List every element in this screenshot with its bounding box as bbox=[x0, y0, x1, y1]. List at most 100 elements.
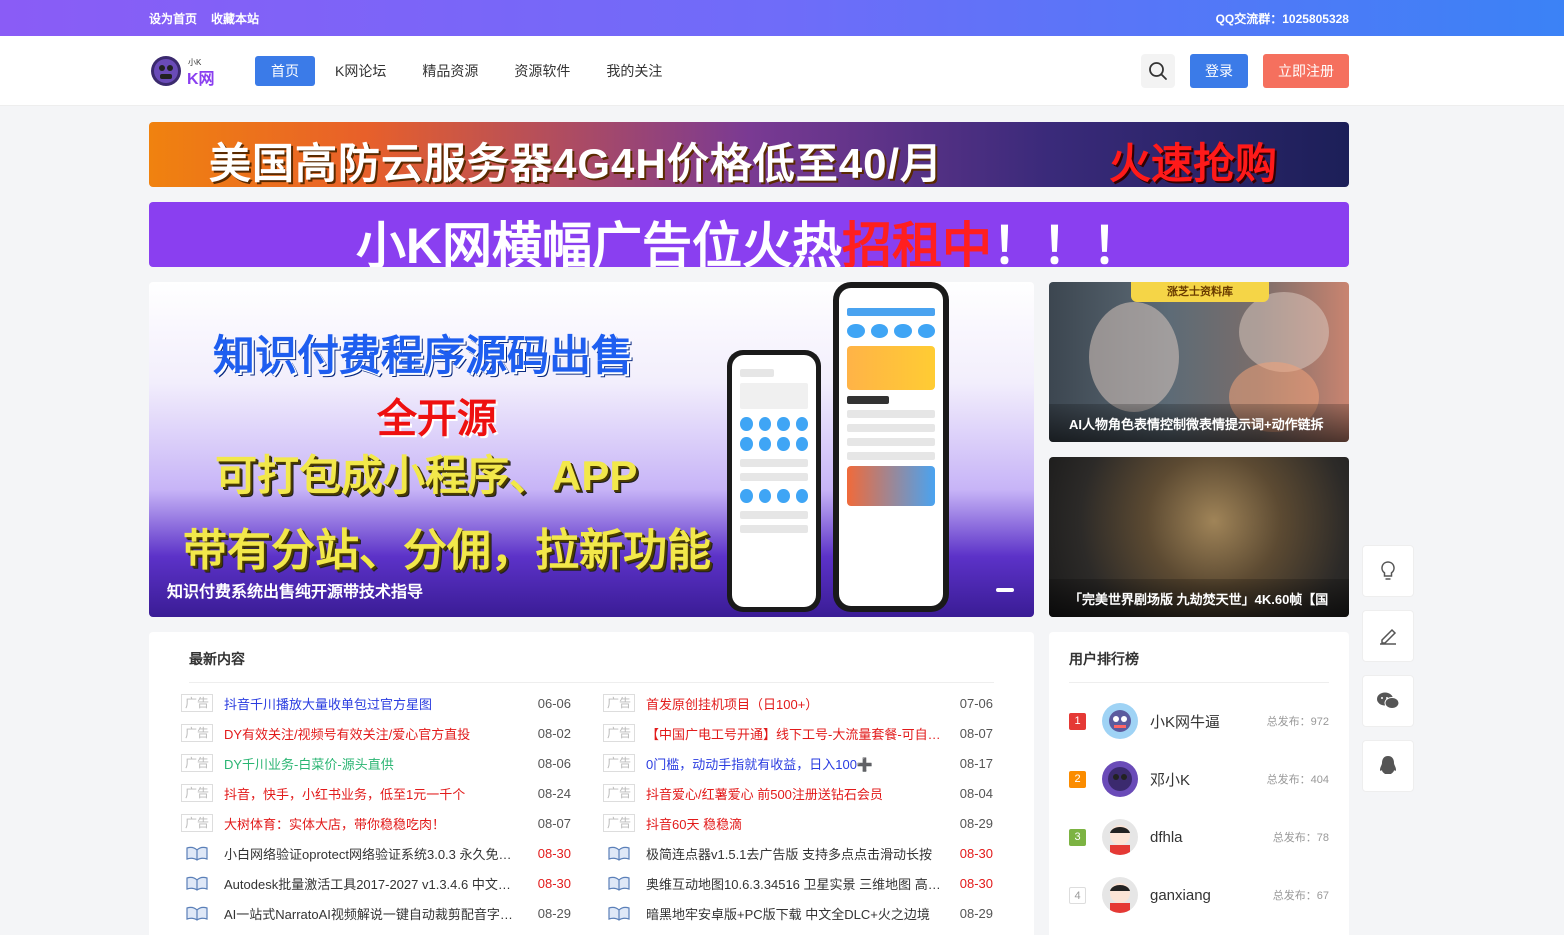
search-icon bbox=[1149, 62, 1167, 80]
slider-dot[interactable] bbox=[996, 588, 1014, 592]
nav-my-follows[interactable]: 我的关注 bbox=[590, 56, 678, 86]
wechat-button[interactable] bbox=[1362, 675, 1414, 727]
slider-line-3: 可打包成小程序、APP bbox=[215, 452, 638, 499]
search-button[interactable] bbox=[1141, 54, 1175, 88]
bookmark-link[interactable]: 收藏本站 bbox=[211, 10, 259, 27]
list-item[interactable]: 广告 首发原创挂机项目（日100+） 07-06 bbox=[603, 688, 993, 718]
list-item-date: 06-06 bbox=[537, 695, 571, 711]
qq-button[interactable] bbox=[1362, 740, 1414, 792]
list-item-title[interactable]: 抖音爱心/红薯爱心 前500注册送钻石会员 bbox=[646, 784, 955, 803]
list-item[interactable]: 暗黑地牢安卓版+PC版下载 中文全DLC+火之边境 08-29 bbox=[603, 898, 993, 928]
list-item-title[interactable]: 抖音千川播放大量收单包过官方星图 bbox=[224, 694, 533, 713]
list-item-title[interactable]: 极简连点器v1.5.1去广告版 支持多点点击滑动长按 bbox=[646, 844, 955, 863]
site-logo[interactable]: K网 小K bbox=[150, 53, 216, 89]
list-item-title[interactable]: AI一站式NarratoAI视频解说一键自动裁剪配音字幕工具 bbox=[224, 904, 533, 923]
user-name[interactable]: 小K网牛逼 bbox=[1150, 711, 1267, 732]
main-nav: 首页 K网论坛 精品资源 资源软件 我的关注 bbox=[255, 56, 682, 86]
list-item[interactable]: Autodesk批量激活工具2017-2027 v1.3.4.6 中文绿色版 08… bbox=[181, 868, 571, 898]
login-button[interactable]: 登录 bbox=[1190, 54, 1248, 88]
user-name[interactable]: ganxiang bbox=[1150, 887, 1273, 904]
list-item-date: 08-29 bbox=[537, 905, 571, 921]
list-item[interactable]: 极简连点器v1.5.1去广告版 支持多点点击滑动长按 08-30 bbox=[603, 838, 993, 868]
list-item-title[interactable]: 【中国广电工号开通】线下工号-大流量套餐-可自选号码 bbox=[646, 724, 955, 743]
avatar[interactable] bbox=[1102, 819, 1138, 855]
ad-banner-rent-white: 小K网横幅广告位火热 bbox=[355, 218, 843, 267]
list-item-date: 08-30 bbox=[959, 875, 993, 891]
tips-button[interactable] bbox=[1362, 545, 1414, 597]
avatar[interactable] bbox=[1102, 877, 1138, 913]
book-icon bbox=[186, 906, 208, 921]
ad-banner-rent[interactable]: 小K网横幅广告位火热招租中！！！ bbox=[149, 202, 1349, 267]
book-icon bbox=[186, 876, 208, 891]
post-count-label: 总发布： bbox=[1266, 774, 1311, 786]
divider bbox=[1069, 682, 1329, 683]
user-name[interactable]: 邓小K bbox=[1150, 769, 1267, 790]
nav-home[interactable]: 首页 bbox=[255, 56, 315, 86]
wechat-icon bbox=[1377, 692, 1400, 709]
nav-premium-resources[interactable]: 精品资源 bbox=[406, 56, 494, 86]
ranking-row[interactable]: 4 ganxiang 总发布：67 bbox=[1069, 875, 1329, 915]
edit-icon bbox=[1380, 628, 1397, 645]
list-item-title[interactable]: 抖音，快手，小红书业务，低至1元一千个 bbox=[224, 784, 533, 803]
set-homepage-link[interactable]: 设为首页 bbox=[149, 10, 197, 27]
ad-tag: 广告 bbox=[603, 814, 635, 832]
nav-software[interactable]: 资源软件 bbox=[498, 56, 586, 86]
list-item[interactable]: 小白网络验证oprotect网络验证系统3.0.3 永久免费版 08-30 bbox=[181, 838, 571, 868]
register-button[interactable]: 立即注册 bbox=[1263, 54, 1349, 88]
list-item-title[interactable]: 首发原创挂机项目（日100+） bbox=[646, 694, 955, 713]
list-item-title[interactable]: DY有效关注/视频号有效关注/爱心官方直投 bbox=[224, 724, 533, 743]
post-button[interactable] bbox=[1362, 610, 1414, 662]
avatar[interactable] bbox=[1102, 703, 1138, 739]
side-card-ai-expressions[interactable]: 涨芝士资料库 AI人物角色表情控制微表情提示词+动作链拆 bbox=[1049, 282, 1349, 442]
ranking-row[interactable]: 1 小K网牛逼 总发布：972 bbox=[1069, 701, 1329, 741]
side-card-perfect-world[interactable]: 「完美世界剧场版 九劫焚天世」4K.60帧【国 bbox=[1049, 457, 1349, 617]
list-item-title[interactable]: 0门槛，动动手指就有收益，日入100➕ bbox=[646, 754, 955, 773]
ad-tag: 广告 bbox=[181, 754, 213, 772]
list-item-title[interactable]: 大树体育：实体大店，带你稳稳吃肉！ bbox=[224, 814, 533, 833]
ranking-title: 用户排行榜 bbox=[1069, 651, 1139, 667]
slider-line-1: 知识付费程序源码出售 bbox=[213, 332, 634, 379]
logo-small-text: 小K bbox=[188, 58, 202, 67]
user-name[interactable]: dfhla bbox=[1150, 829, 1273, 846]
list-item-title[interactable]: Autodesk批量激活工具2017-2027 v1.3.4.6 中文绿色版 bbox=[224, 874, 533, 893]
rank-number: 1 bbox=[1069, 712, 1086, 730]
list-item-title[interactable]: 抖音60天 稳稳滴 bbox=[646, 814, 955, 833]
list-item[interactable]: 广告 DY有效关注/视频号有效关注/爱心官方直投 08-02 bbox=[181, 718, 571, 748]
list-item-title[interactable]: DY千川业务-白菜价-源头直供 bbox=[224, 754, 533, 773]
list-item[interactable]: 广告 抖音，快手，小红书业务，低至1元一千个 08-24 bbox=[181, 778, 571, 808]
book-icon bbox=[181, 845, 213, 861]
list-item[interactable]: 广告 抖音60天 稳稳滴 08-29 bbox=[603, 808, 993, 838]
list-item[interactable]: 广告 0门槛，动动手指就有收益，日入100➕ 08-17 bbox=[603, 748, 993, 778]
list-item[interactable]: 广告 DY千川业务-白菜价-源头直供 08-06 bbox=[181, 748, 571, 778]
rank-number: 2 bbox=[1069, 770, 1086, 788]
list-item-title[interactable]: 小白网络验证oprotect网络验证系统3.0.3 永久免费版 bbox=[224, 844, 533, 863]
list-item-date: 08-17 bbox=[959, 755, 993, 771]
list-item-title[interactable]: 暗黑地牢安卓版+PC版下载 中文全DLC+火之边境 bbox=[646, 904, 955, 923]
list-item[interactable]: 广告 【中国广电工号开通】线下工号-大流量套餐-可自选号码 08-07 bbox=[603, 718, 993, 748]
avatar[interactable] bbox=[1102, 761, 1138, 797]
book-icon bbox=[608, 846, 630, 861]
list-item-date: 08-04 bbox=[959, 785, 993, 801]
nav-forum[interactable]: K网论坛 bbox=[319, 56, 402, 86]
list-item[interactable]: AI一站式NarratoAI视频解说一键自动裁剪配音字幕工具 08-29 bbox=[181, 898, 571, 928]
hero-slider[interactable]: 知识付费程序源码出售 全开源 可打包成小程序、APP 带有分站、分佣，拉新功能 … bbox=[149, 282, 1034, 617]
post-count: 总发布：78 bbox=[1273, 829, 1329, 845]
post-count-value: 972 bbox=[1310, 716, 1329, 728]
list-item-date: 08-07 bbox=[959, 725, 993, 741]
latest-content-panel: 最新内容 广告 抖音千川播放大量收单包过官方星图 06-06 广告 DY有效关注/视频号… bbox=[149, 632, 1034, 935]
divider bbox=[189, 682, 994, 683]
list-item[interactable]: 奥维互动地图10.6.3.34516 卫星实景 三维地图 高级版 08-30 bbox=[603, 868, 993, 898]
ranking-row[interactable]: 2 邓小K 总发布：404 bbox=[1069, 759, 1329, 799]
book-icon bbox=[186, 846, 208, 861]
post-count-label: 总发布： bbox=[1272, 890, 1317, 902]
slider-caption: 知识付费系统出售纯开源带技术指导 bbox=[167, 584, 424, 601]
list-item[interactable]: 广告 抖音千川播放大量收单包过官方星图 06-06 bbox=[181, 688, 571, 718]
ad-tag: 广告 bbox=[603, 754, 635, 772]
list-item-title[interactable]: 奥维互动地图10.6.3.34516 卫星实景 三维地图 高级版 bbox=[646, 874, 955, 893]
list-item[interactable]: 广告 大树体育：实体大店，带你稳稳吃肉！ 08-07 bbox=[181, 808, 571, 838]
ranking-row[interactable]: 3 dfhla 总发布：78 bbox=[1069, 817, 1329, 857]
book-icon bbox=[181, 875, 213, 891]
list-item[interactable]: 广告 抖音爱心/红薯爱心 前500注册送钻石会员 08-04 bbox=[603, 778, 993, 808]
ad-tag: 广告 bbox=[603, 784, 635, 802]
ad-banner-server[interactable]: 美国高防云服务器4G4H价格低至40/月 火速抢购 bbox=[149, 122, 1349, 187]
